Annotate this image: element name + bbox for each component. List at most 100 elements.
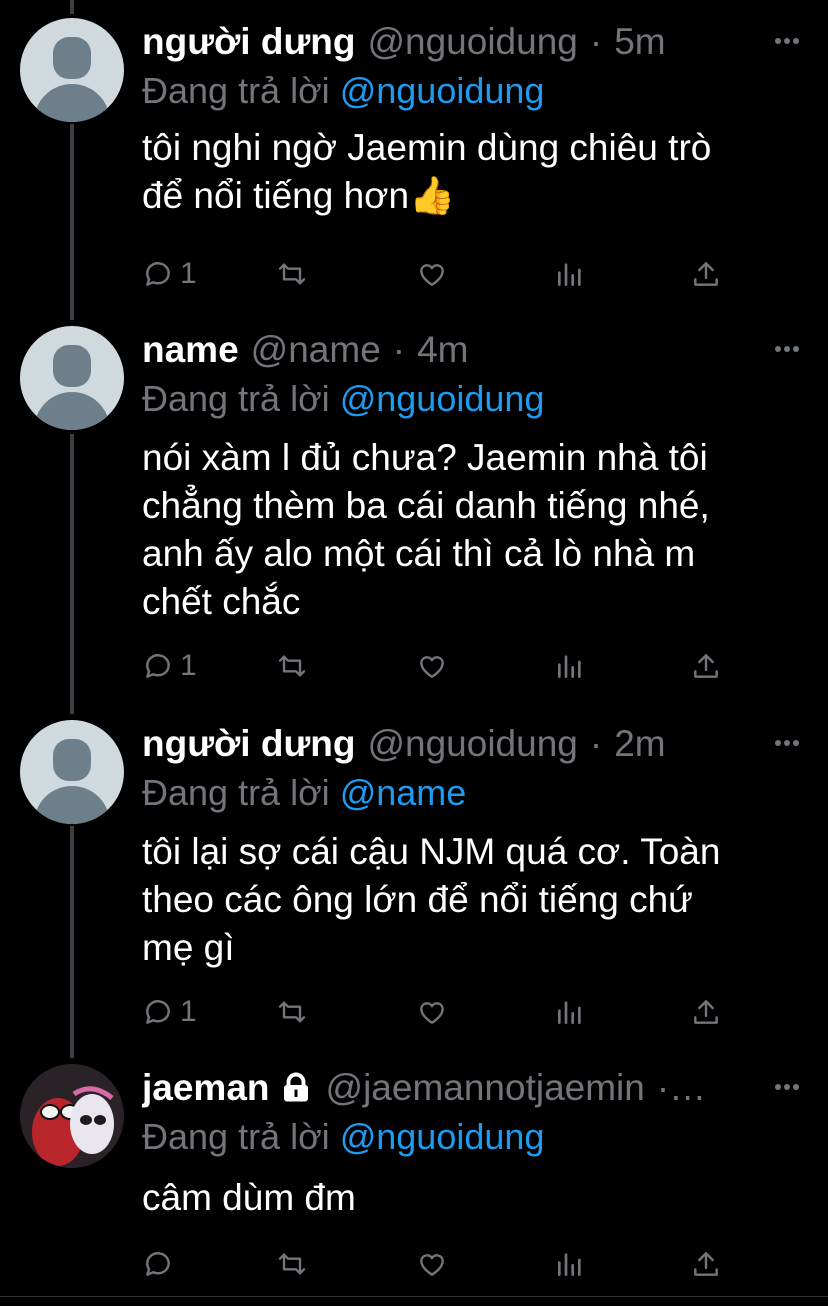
display-name[interactable]: jaeman (142, 1067, 270, 1109)
share-icon (694, 262, 718, 286)
tweet-text-line: tôi lại sợ cái cậu NJM quá cơ. Toàn (142, 831, 721, 872)
user-handle[interactable]: @nguoidung (367, 21, 577, 63)
reply-button[interactable]: 1 (142, 646, 197, 686)
timestamp[interactable]: 2m (614, 723, 665, 765)
display-name[interactable]: người dưng (142, 723, 355, 765)
tweet-text-line: mẹ gì (142, 927, 235, 968)
share-button[interactable] (690, 254, 722, 294)
reply-count: 1 (180, 257, 197, 290)
tweet-text: nói xàm l đủ chưa? Jaemin nhà tôi chẳng … (142, 434, 802, 626)
share-button[interactable] (690, 992, 722, 1032)
retweet-button[interactable] (276, 254, 308, 294)
tweet[interactable]: người dưng @nguoidung · 2m Đang trả lời … (0, 720, 828, 1040)
avatar-default[interactable] (20, 720, 124, 824)
retweet-button[interactable] (276, 646, 308, 686)
like-button[interactable] (416, 646, 448, 686)
separator-dot: · (392, 329, 406, 370)
reply-icon (146, 1252, 170, 1276)
thread-line-top (70, 0, 74, 14)
timestamp[interactable]: 4m (417, 329, 468, 371)
mention-link[interactable]: @nguoidung (340, 70, 545, 111)
retweet-icon (278, 1001, 306, 1023)
tweet-text-line: chết chắc (142, 581, 301, 622)
tweet-text-line: chẳng thèm ba cái danh tiếng nhé, (142, 485, 710, 526)
views-button[interactable] (554, 992, 586, 1032)
more-icon[interactable] (774, 1082, 800, 1092)
tweet-header: người dưng @nguoidung · 2m (142, 720, 772, 768)
replying-to: Đang trả lời @nguoidung (142, 70, 544, 112)
tweet-header: jaeman @jaemannotjaemin ·… (142, 1064, 772, 1112)
like-button[interactable] (416, 1244, 448, 1284)
replying-to-label: Đang trả lời (142, 772, 330, 813)
replying-to: Đang trả lời @nguoidung (142, 378, 544, 420)
views-button[interactable] (554, 1244, 586, 1284)
avatar-photo[interactable] (20, 1064, 124, 1168)
tweet-text: tôi nghi ngờ Jaemin dùng chiêu trò để nổ… (142, 124, 802, 220)
reply-button[interactable] (142, 1244, 180, 1284)
action-bar (0, 1244, 828, 1284)
share-button[interactable] (690, 646, 722, 686)
mention-link[interactable]: @name (340, 772, 467, 813)
reply-button[interactable]: 1 (142, 992, 197, 1032)
replying-to-label: Đang trả lời (142, 70, 330, 111)
views-icon (558, 655, 581, 678)
tweet-text-line: tôi nghi ngờ Jaemin dùng chiêu trò (142, 127, 712, 168)
like-icon (420, 1254, 444, 1276)
tweet-text: câm dùm đm (142, 1174, 802, 1222)
action-bar: 1 (0, 646, 828, 686)
replying-to-label: Đang trả lời (142, 1116, 330, 1157)
avatar-default[interactable] (20, 18, 124, 122)
reply-button[interactable]: 1 (142, 254, 197, 294)
views-icon (558, 1001, 581, 1024)
display-name[interactable]: name (142, 329, 239, 371)
tweet-text-line: anh ấy alo một cái thì cả lò nhà m (142, 533, 696, 574)
replying-to: Đang trả lời @nguoidung (142, 1116, 544, 1158)
display-name[interactable]: người dưng (142, 21, 355, 63)
mention-link[interactable]: @nguoidung (340, 1116, 545, 1157)
share-icon (694, 1000, 718, 1024)
tweet[interactable]: jaeman @jaemannotjaemin ·… Đang trả lời … (0, 1064, 828, 1294)
retweet-icon (278, 1253, 306, 1275)
action-bar: 1 (0, 254, 828, 294)
more-icon[interactable] (774, 344, 800, 354)
retweet-button[interactable] (276, 992, 308, 1032)
more-icon[interactable] (774, 36, 800, 46)
like-icon (420, 1002, 444, 1024)
replying-to: Đang trả lời @name (142, 772, 466, 814)
retweet-icon (278, 263, 306, 285)
like-button[interactable] (416, 254, 448, 294)
reply-count: 1 (180, 995, 197, 1028)
tweet-text-line: để nổi tiếng hơn👍 (142, 175, 456, 216)
like-icon (420, 264, 444, 286)
timestamp[interactable]: 5m (614, 21, 665, 63)
tweet[interactable]: name @name · 4m Đang trả lời @nguoidung … (0, 326, 828, 696)
reply-count: 1 (180, 649, 197, 682)
action-bar: 1 (0, 992, 828, 1032)
share-icon (694, 654, 718, 678)
bottom-divider (0, 1296, 828, 1297)
tweet-text-line: nói xàm l đủ chưa? Jaemin nhà tôi (142, 437, 708, 478)
user-handle[interactable]: @name (251, 329, 381, 371)
tweet-header: name @name · 4m (142, 326, 772, 374)
avatar-image (20, 1064, 124, 1168)
user-handle[interactable]: @nguoidung (367, 723, 577, 765)
like-button[interactable] (416, 992, 448, 1032)
avatar-default[interactable] (20, 326, 124, 430)
tweet-text-line: câm dùm đm (142, 1177, 356, 1218)
user-handle[interactable]: @jaemannotjaemin (326, 1067, 645, 1109)
tweet-header: người dưng @nguoidung · 5m (142, 18, 772, 66)
reply-icon (146, 1000, 170, 1024)
more-icon[interactable] (774, 738, 800, 748)
separator-dot: · (589, 21, 603, 62)
views-icon (558, 1253, 581, 1276)
views-button[interactable] (554, 646, 586, 686)
views-button[interactable] (554, 254, 586, 294)
retweet-button[interactable] (276, 1244, 308, 1284)
views-icon (558, 263, 581, 286)
reply-icon (146, 262, 170, 286)
tweet[interactable]: người dưng @nguoidung · 5m Đang trả lời … (0, 18, 828, 308)
replying-to-label: Đang trả lời (142, 378, 330, 419)
share-button[interactable] (690, 1244, 722, 1284)
mention-link[interactable]: @nguoidung (340, 378, 545, 419)
separator-dot: · (589, 723, 603, 764)
